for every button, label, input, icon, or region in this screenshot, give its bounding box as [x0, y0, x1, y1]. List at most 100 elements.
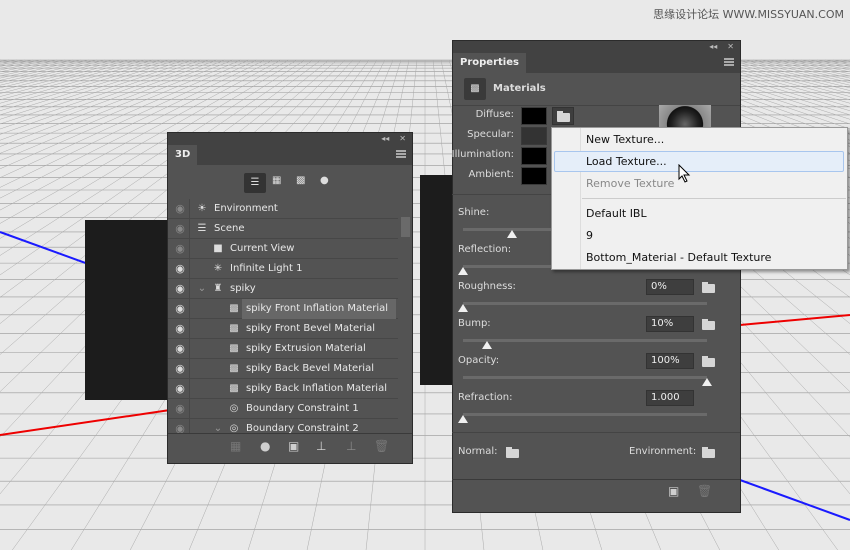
normal-texture-folder-icon[interactable] [506, 447, 519, 458]
scene-tree-item[interactable]: ◉ ✳ Infinite Light 1 [168, 259, 398, 279]
visibility-eye-icon[interactable]: ◉ [172, 259, 188, 279]
mouse-cursor-icon [678, 164, 691, 183]
panel-menu-icon[interactable] [724, 58, 734, 66]
scene-tree-item-label: spiky [230, 283, 256, 294]
bump-texture-folder-icon[interactable] [702, 319, 715, 330]
scene-tree-item[interactable]: ◉ ▩ spiky Extrusion Material [168, 339, 398, 359]
add-light-icon[interactable]: ● [260, 439, 270, 453]
scene-tree-item-label: Boundary Constraint 2 [246, 423, 359, 433]
chevron-down-icon[interactable]: ⌄ [196, 279, 208, 299]
render-icon[interactable]: ▣ [668, 484, 679, 498]
ambient-swatch[interactable] [521, 167, 547, 185]
menu-item-new-texture[interactable]: New Texture... [586, 133, 664, 146]
scrollbar[interactable] [401, 201, 410, 431]
chevron-down-icon[interactable]: ⌄ [212, 419, 224, 433]
material-preview[interactable] [659, 105, 711, 129]
slider-thumb[interactable] [458, 415, 468, 423]
slider-thumb[interactable] [506, 230, 517, 238]
scene-tree-item[interactable]: ◉ ▩ spiky Back Bevel Material [168, 359, 398, 379]
tab-properties[interactable]: Properties [453, 53, 526, 73]
environment-icon: ☀ [197, 203, 207, 214]
mesh-icon: ♜ [213, 283, 223, 294]
scene-tree-item[interactable]: ◉ ☰ Scene [168, 219, 398, 239]
diffuse-texture-button[interactable] [552, 107, 574, 125]
environment-texture-folder-icon[interactable] [702, 447, 715, 458]
material-filter-icon[interactable]: ▩ [296, 175, 305, 186]
opacity-input[interactable]: 100% [646, 353, 694, 369]
refraction-input[interactable]: 1.000 [646, 390, 694, 406]
visibility-eye-icon[interactable]: ◉ [172, 379, 188, 399]
visibility-eye-icon[interactable]: ◉ [172, 279, 188, 299]
bump-label: Bump: [458, 318, 491, 329]
visibility-eye-icon[interactable]: ◉ [172, 199, 188, 219]
folder-icon [557, 111, 570, 122]
slider-thumb[interactable] [702, 378, 712, 386]
opacity-texture-folder-icon[interactable] [702, 356, 715, 367]
visibility-eye-icon[interactable]: ◉ [172, 239, 188, 259]
section-title: Materials [493, 83, 546, 94]
mesh-add-icon[interactable]: ▦ [230, 439, 241, 453]
slider-thumb[interactable] [458, 267, 468, 275]
shine-label: Shine: [458, 207, 490, 218]
opacity-label: Opacity: [458, 355, 500, 366]
scene-tree-item[interactable]: ◉ ⌄ ♜ spiky [168, 279, 398, 299]
bump-slider[interactable] [463, 339, 707, 349]
light-filter-icon[interactable]: ● [320, 175, 329, 186]
texture-menu: New Texture... Load Texture... Remove Te… [551, 127, 848, 270]
visibility-eye-icon[interactable]: ◉ [172, 399, 188, 419]
material-icon: ▩ [229, 363, 239, 374]
specular-swatch[interactable] [521, 127, 547, 145]
opacity-slider[interactable] [463, 376, 712, 386]
camera-icon: ■ [213, 243, 223, 254]
close-icon[interactable]: ✕ [727, 41, 734, 53]
visibility-eye-icon[interactable]: ◉ [172, 299, 188, 319]
scene-tree-item[interactable]: ◉ ⌄ ◎ Boundary Constraint 2 [168, 419, 398, 433]
scene-tree-item-label: Boundary Constraint 1 [246, 403, 359, 414]
render-icon[interactable]: ▣ [288, 439, 299, 453]
scene-tree-item[interactable]: ◉ ◎ Boundary Constraint 1 [168, 399, 398, 419]
scene-tree: ◉ ☀ Environment ◉ ☰ Scene ◉ ■ Current View ◉ ✳ Infi… [168, 199, 400, 433]
visibility-eye-icon[interactable]: ◉ [172, 339, 188, 359]
menu-item-bottom-material[interactable]: Bottom_Material - Default Texture [586, 251, 771, 264]
scene-tree-item[interactable]: ◉ ■ Current View [168, 239, 398, 259]
visibility-eye-icon[interactable]: ◉ [172, 319, 188, 339]
roughness-slider[interactable] [458, 302, 707, 312]
scene-tree-item[interactable]: ◉ ▩ spiky Front Bevel Material [168, 319, 398, 339]
material-icon: ▩ [229, 343, 239, 354]
slider-thumb[interactable] [458, 304, 468, 312]
environment-label: Environment: [629, 446, 697, 457]
scene-tree-item[interactable]: ◉ ▩ spiky Front Inflation Material [168, 299, 398, 319]
menu-item-load-texture[interactable]: Load Texture... [554, 151, 844, 172]
scene-tree-item-label: Environment [214, 203, 278, 214]
refraction-slider[interactable] [458, 413, 707, 423]
diffuse-swatch[interactable] [521, 107, 547, 125]
menu-item-9[interactable]: 9 [586, 229, 593, 242]
scene-tree-item-label: spiky Front Inflation Material [242, 299, 396, 319]
drop-to-ground-icon[interactable]: ⊥ [316, 439, 326, 453]
trash-icon[interactable]: 🗑 [697, 484, 712, 498]
reflection-label: Reflection: [458, 244, 512, 255]
panel-menu-icon[interactable] [396, 150, 406, 158]
collapse-icon[interactable]: ◂◂ [381, 133, 389, 145]
3d-panel: ◂◂ ✕ 3D ☰ ▦ ▩ ● ◉ ☀ Environment ◉ ☰ Scene ◉ ■ Cur… [167, 132, 413, 464]
tab-3d[interactable]: 3D [168, 145, 198, 165]
trash-icon[interactable]: 🗑 [374, 439, 389, 453]
menu-item-default-ibl[interactable]: Default IBL [586, 207, 647, 220]
scene-filter-icon[interactable]: ☰ [244, 173, 266, 193]
slider-thumb[interactable] [482, 341, 493, 349]
roughness-texture-folder-icon[interactable] [702, 282, 715, 293]
visibility-eye-icon[interactable]: ◉ [172, 359, 188, 379]
mesh-filter-icon[interactable]: ▦ [272, 175, 281, 186]
material-icon: ▩ [229, 303, 239, 314]
illumination-swatch[interactable] [521, 147, 547, 165]
close-icon[interactable]: ✕ [399, 133, 406, 145]
collapse-icon[interactable]: ◂◂ [709, 41, 717, 53]
bump-input[interactable]: 10% [646, 316, 694, 332]
roughness-input[interactable]: 0% [646, 279, 694, 295]
constraint-icon[interactable]: ⊥ [346, 439, 356, 453]
visibility-eye-icon[interactable]: ◉ [172, 219, 188, 239]
visibility-eye-icon[interactable]: ◉ [172, 419, 188, 433]
watermark: 思缘设计论坛 WWW.MISSYUAN.COM [653, 8, 844, 21]
scene-tree-item[interactable]: ◉ ▩ spiky Back Inflation Material [168, 379, 398, 399]
scene-tree-item[interactable]: ◉ ☀ Environment [168, 199, 398, 219]
